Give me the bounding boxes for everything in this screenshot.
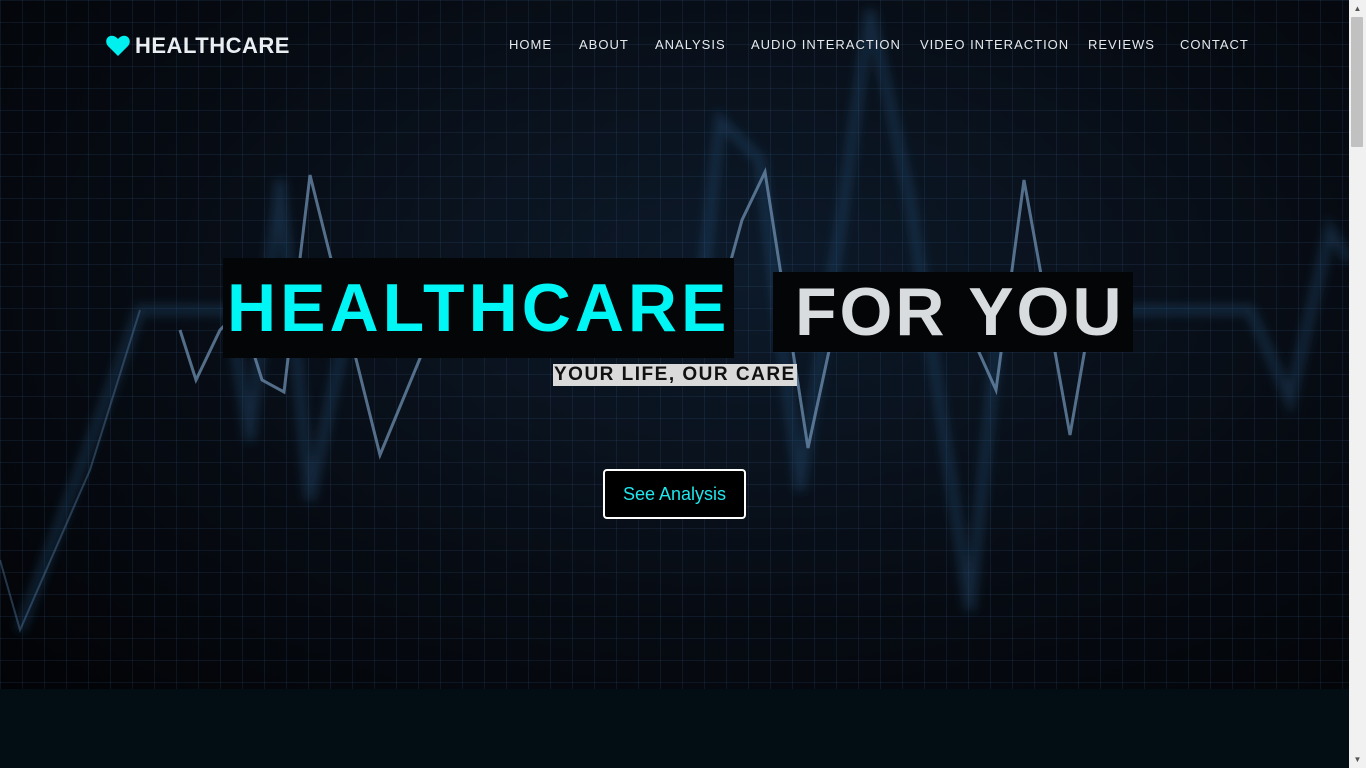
hero-subtitle: YOUR LIFE, OUR CARE xyxy=(553,364,797,386)
nav-contact[interactable]: CONTACT xyxy=(1180,37,1249,52)
main-nav: HOME ABOUT ANALYSIS AUDIO INTERACTION VI… xyxy=(0,37,1349,53)
navbar: HEALTHCARE HOME ABOUT ANALYSIS AUDIO INT… xyxy=(0,0,1349,90)
nav-reviews[interactable]: REVIEWS xyxy=(1088,37,1155,52)
nav-video-interaction[interactable]: VIDEO INTERACTION xyxy=(920,37,1069,52)
nav-analysis[interactable]: ANALYSIS xyxy=(655,37,726,52)
scrollbar[interactable]: ▲ ▼ xyxy=(1349,0,1366,768)
nav-about[interactable]: ABOUT xyxy=(579,37,629,52)
scrollbar-thumb[interactable] xyxy=(1351,17,1363,147)
see-analysis-button[interactable]: See Analysis xyxy=(603,469,746,519)
next-section xyxy=(0,689,1349,768)
scroll-down-icon[interactable]: ▼ xyxy=(1349,751,1366,768)
hero-title: HEALTHCARE FOR YOU xyxy=(0,258,1349,358)
nav-audio-interaction[interactable]: AUDIO INTERACTION xyxy=(751,37,901,52)
hero-title-rest: FOR YOU xyxy=(773,272,1133,352)
hero-title-highlight: HEALTHCARE xyxy=(223,258,735,358)
scroll-up-icon[interactable]: ▲ xyxy=(1349,0,1366,17)
nav-home[interactable]: HOME xyxy=(509,37,552,52)
